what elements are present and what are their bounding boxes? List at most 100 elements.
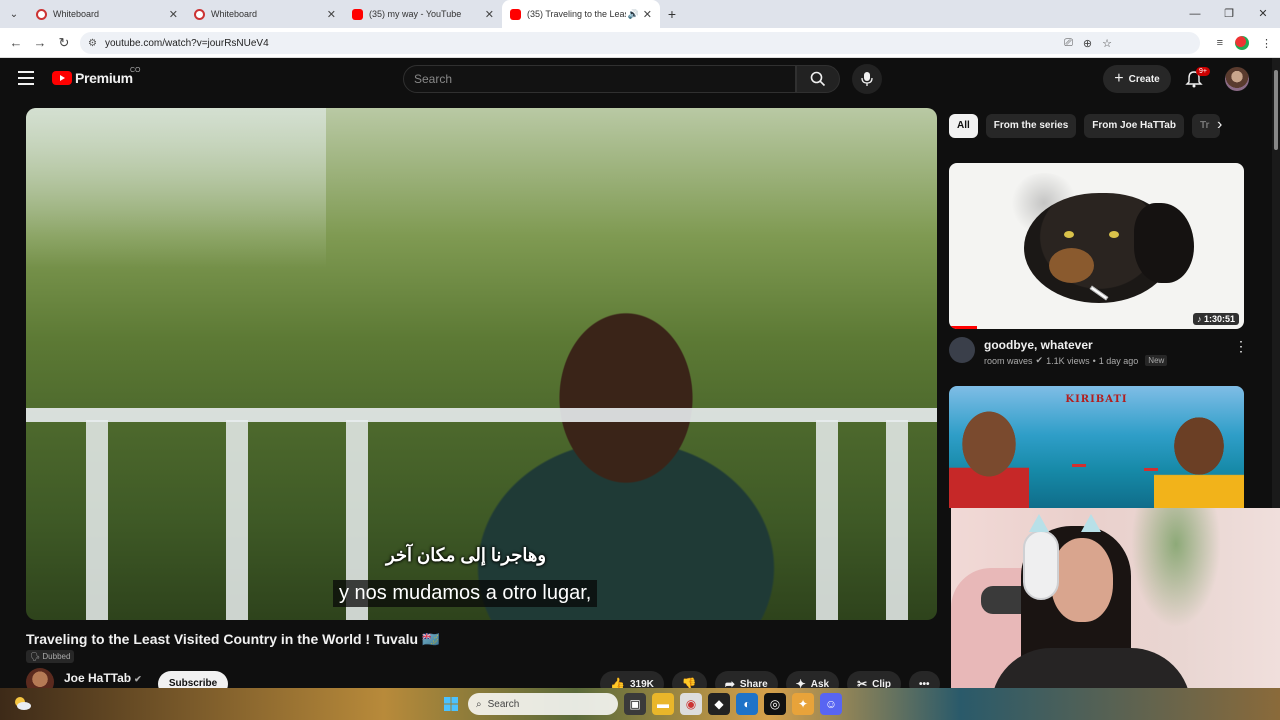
weather-icon[interactable] (12, 693, 32, 713)
profile-icon[interactable] (1235, 36, 1249, 50)
new-tab-button[interactable]: + (660, 6, 684, 22)
logo-country-code: CO (130, 67, 141, 74)
account-avatar[interactable] (1225, 67, 1249, 91)
recommendation-thumbnail[interactable]: ♪ 1:30:51 (949, 163, 1244, 329)
microphone-icon (861, 72, 873, 86)
verified-icon: ✔ (134, 674, 142, 684)
duration-badge: ♪ 1:30:51 (1192, 313, 1239, 325)
youtube-icon (352, 8, 363, 20)
search-input[interactable]: Search (403, 65, 796, 93)
new-badge: New (1145, 355, 1168, 366)
thumbnail-dog-ear (1134, 203, 1194, 283)
media-controls-icon[interactable]: ≡ (1217, 37, 1223, 49)
video-player[interactable]: وهاجرنا إلى مكان آخر y nos mudamos a otr… (26, 108, 937, 620)
create-label: Create (1128, 73, 1160, 85)
dubbed-label: Dubbed (42, 652, 71, 661)
speaker-icon[interactable]: 🔊 (628, 9, 639, 20)
video-frame-post (226, 420, 248, 620)
discord-icon[interactable]: ☺ (820, 693, 842, 715)
recommendation-meta: room waves ✔ 1.1K views • 1 day ago New (984, 355, 1168, 366)
tab-title: (35) my way - YouTube (369, 9, 462, 19)
restore-icon[interactable]: ❐ (1212, 0, 1246, 28)
address-bar[interactable]: ⚙ youtube.com/watch?v=jourRsNUeV4 ⎚ ⊕ ☆ (80, 32, 1200, 54)
close-icon[interactable]: ✕ (643, 8, 652, 21)
youtube-icon (510, 8, 521, 20)
app-icon[interactable]: ✦ (792, 693, 814, 715)
whiteboard-icon (36, 8, 47, 20)
channel-avatar[interactable] (949, 337, 975, 363)
browser-toolbar: ← → ↻ ⚙ youtube.com/watch?v=jourRsNUeV4 … (0, 28, 1280, 58)
logo-text: Premium (75, 70, 133, 86)
create-button[interactable]: + Create (1103, 65, 1171, 93)
webcam-plant (1131, 508, 1221, 628)
taskbar-search[interactable]: ⌕ Search (468, 693, 618, 715)
thumbnail-person (1154, 412, 1244, 508)
recommendation-channel[interactable]: room waves (984, 356, 1033, 366)
headphone-icon (1023, 530, 1059, 600)
back-icon[interactable]: ← (4, 35, 28, 50)
file-explorer-icon[interactable]: ▬ (652, 693, 674, 715)
notification-count-badge: 9+ (1196, 67, 1210, 76)
more-options-icon[interactable]: ⋮ (1234, 338, 1248, 355)
video-frame-sky (26, 108, 326, 268)
recommendation-title[interactable]: goodbye, whatever (984, 338, 1093, 352)
obs-icon[interactable]: ◎ (764, 693, 786, 715)
reload-icon[interactable]: ↻ (52, 35, 76, 51)
browser-tab-2[interactable]: Whiteboard ✕ (186, 0, 344, 28)
edge-icon[interactable]: ◐ (736, 693, 758, 715)
tab-title: Whiteboard (53, 9, 100, 19)
chip-all[interactable]: All (949, 114, 978, 138)
music-note-icon: ♪ (1196, 314, 1204, 324)
dubbed-badge: 🗣 Dubbed (26, 650, 75, 663)
channel-name[interactable]: Joe HaTTab (64, 671, 131, 685)
chrome-icon[interactable]: ◉ (680, 693, 702, 715)
channel-name-row[interactable]: Joe HaTTab ✔ (64, 671, 142, 685)
window-controls: — ❐ ✕ (1178, 0, 1280, 28)
browser-menu-icon[interactable]: ⋮ (1261, 37, 1272, 50)
chevron-right-icon[interactable]: › (1217, 116, 1222, 134)
browser-actions: ≡ ⋮ (1217, 28, 1272, 58)
minimize-icon[interactable]: — (1178, 0, 1212, 28)
close-icon[interactable]: ✕ (169, 8, 178, 21)
browser-tab-3[interactable]: (35) my way - YouTube ✕ (344, 0, 502, 28)
youtube-header: Premium CO Search + Create 9+ (0, 58, 1272, 100)
forward-icon[interactable]: → (28, 35, 52, 50)
video-frame-railing (26, 408, 937, 422)
tab-search-button[interactable]: ⌄ (0, 0, 28, 28)
recommendation-age: 1 day ago (1098, 355, 1139, 366)
browser-tab-4[interactable]: (35) Traveling to the Least V 🔊 ✕ (502, 0, 660, 28)
whiteboard-icon (194, 8, 205, 20)
search-icon: ⌕ (476, 698, 482, 710)
windows-start-icon[interactable] (440, 693, 462, 715)
close-icon[interactable]: ✕ (485, 8, 494, 21)
task-view-icon[interactable]: ▣ (624, 693, 646, 715)
app-icon[interactable]: ◆ (708, 693, 730, 715)
url-text: youtube.com/watch?v=jourRsNUeV4 (104, 37, 269, 49)
tab-title: Whiteboard (211, 9, 258, 19)
zoom-icon[interactable]: ⊕ (1083, 37, 1092, 50)
video-frame-post (86, 420, 108, 620)
search-button[interactable] (796, 65, 840, 93)
recommendation-thumbnail[interactable]: KIRIBATI (949, 386, 1244, 508)
youtube-premium-logo[interactable]: Premium CO (52, 67, 141, 86)
chip-truncated[interactable]: Tr (1191, 114, 1220, 138)
chip-from-the-series[interactable]: From the series (985, 114, 1077, 138)
menu-icon[interactable] (18, 71, 34, 85)
close-window-icon[interactable]: ✕ (1246, 0, 1280, 28)
voice-search-button[interactable] (852, 64, 882, 94)
chip-from-channel[interactable]: From Joe HaTTab (1084, 114, 1184, 138)
bookmark-star-icon[interactable]: ☆ (1102, 37, 1112, 50)
windows-logo-icon (444, 697, 458, 711)
taskbar-apps: ⌕ Search ▣ ▬ ◉ ◆ ◐ ◎ ✦ ☺ (440, 692, 842, 716)
dubbed-icon: 🗣 (30, 652, 43, 661)
recommendation-views: 1.1K views (1046, 355, 1090, 366)
scrollbar-thumb[interactable] (1274, 70, 1278, 150)
taskbar-search-placeholder: Search (487, 698, 520, 710)
cat-ear (1081, 514, 1101, 532)
duration-text: 1:30:51 (1203, 314, 1235, 324)
site-info-icon[interactable]: ⚙ (88, 38, 97, 49)
browser-tab-1[interactable]: Whiteboard ✕ (28, 0, 186, 28)
cast-icon[interactable]: ⎚ (1064, 37, 1073, 50)
close-icon[interactable]: ✕ (327, 8, 336, 21)
youtube-logo-icon (52, 71, 72, 85)
